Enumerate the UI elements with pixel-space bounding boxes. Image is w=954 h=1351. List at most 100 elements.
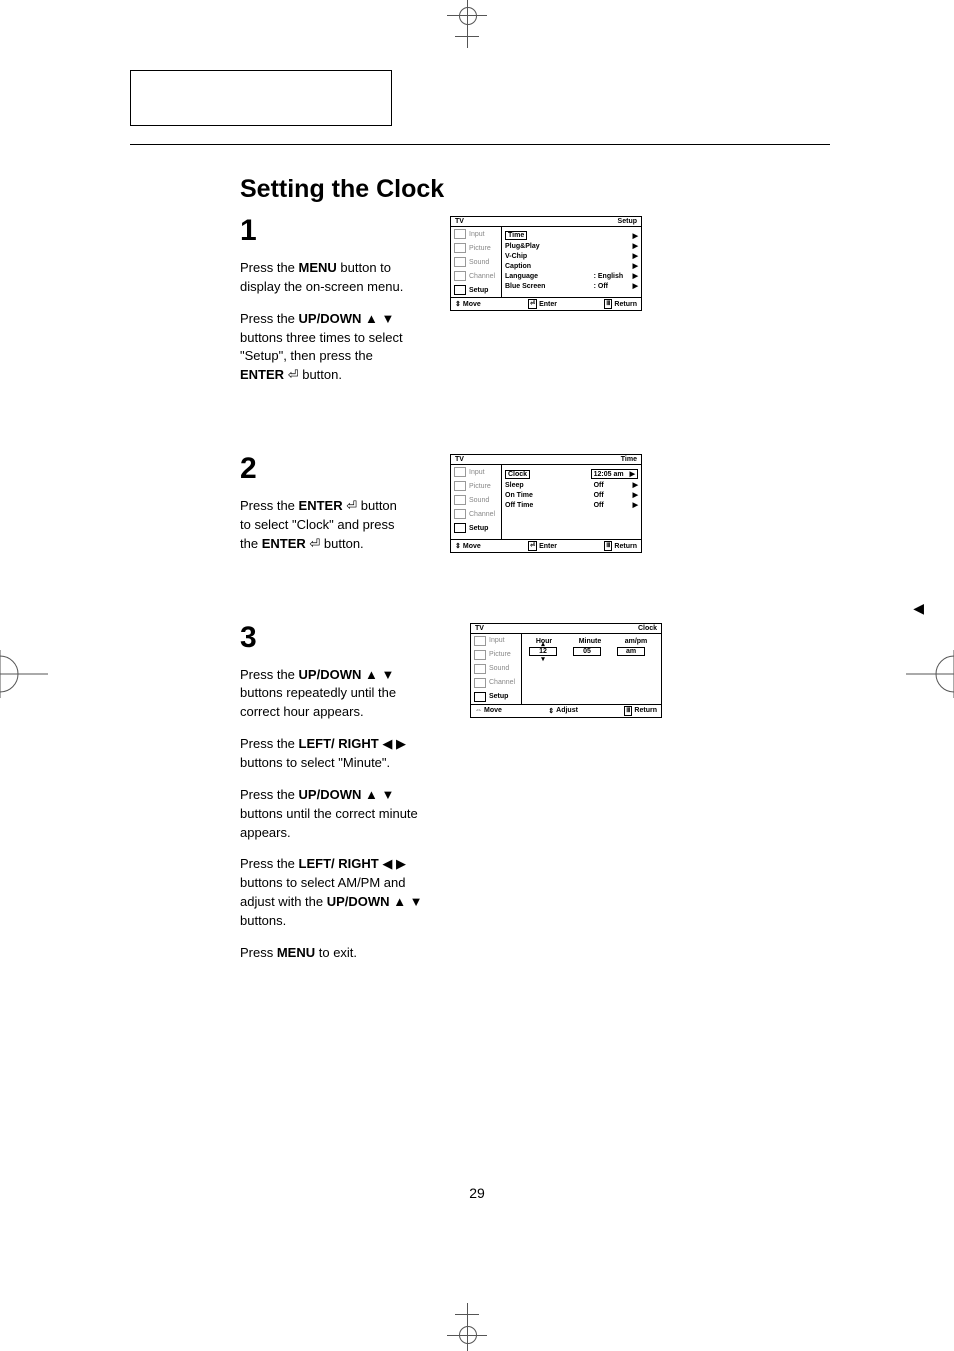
step-2: 2 Press the ENTER ⏎ button to select "Cl… xyxy=(240,454,830,567)
updown-icon: ⇕ xyxy=(455,300,461,308)
osd-sidebar: Input Picture Sound Channel Setup xyxy=(451,227,502,297)
osd-hint-move: ⇕Move xyxy=(455,299,481,309)
step-1-text-a: Press the MENU button to display the on-… xyxy=(240,259,410,297)
osd-hint-return: ⅢReturn xyxy=(604,541,637,551)
osd-row-caption: Caption▶ xyxy=(505,262,638,270)
osd-sidebar-setup: Setup xyxy=(471,690,521,704)
step-3-text-d: Press the LEFT/ RIGHT ◀ ▶ buttons to sel… xyxy=(240,855,430,930)
return-key-icon: Ⅲ xyxy=(604,299,612,309)
clock-value-hour: 12 xyxy=(529,647,557,656)
osd-sidebar-input: Input xyxy=(471,634,521,648)
clock-value-ampm: am xyxy=(617,647,645,656)
osd-setup-menu: TV Setup Input Picture Sound Channel Set… xyxy=(450,216,642,311)
osd-hint-return: ⅢReturn xyxy=(604,299,637,309)
crop-mark xyxy=(459,1326,477,1344)
step-number: 3 xyxy=(240,623,430,653)
osd-sidebar-input: Input xyxy=(451,465,501,479)
osd-sidebar-sound: Sound xyxy=(451,493,501,507)
enter-icon: ⏎ xyxy=(346,498,357,513)
osd-row-bluescreen: Blue Screen: Off▶ xyxy=(505,282,638,290)
osd-hint-enter: ⏎Enter xyxy=(528,299,557,309)
return-key-icon: Ⅲ xyxy=(604,541,612,551)
osd-sidebar-channel: Channel xyxy=(451,507,501,521)
osd-brand: TV xyxy=(455,218,464,225)
enter-icon: ⏎ xyxy=(309,536,320,551)
osd-row-plugplay: Plug&Play▶ xyxy=(505,242,638,250)
page-number: 29 xyxy=(0,1185,954,1201)
return-key-icon: Ⅲ xyxy=(624,706,632,716)
left-right-arrows-icon: ◀ ▶ xyxy=(382,736,406,751)
osd-hint-enter: ⏎Enter xyxy=(528,541,557,551)
osd-sidebar-setup: Setup xyxy=(451,521,501,535)
osd-sidebar-input: Input xyxy=(451,227,501,241)
step-1-text-b: Press the UP/DOWN ▲ ▼ buttons three time… xyxy=(240,310,410,385)
osd-sidebar-channel: Channel xyxy=(471,676,521,690)
osd-row-clock: Clock 12:05 am▶ xyxy=(505,469,638,479)
page-title: Setting the Clock xyxy=(240,175,830,204)
osd-sidebar-channel: Channel xyxy=(451,269,501,283)
osd-row-sleep: SleepOff▶ xyxy=(505,481,638,489)
osd-section-label: Clock xyxy=(638,625,657,632)
osd-hint-return: ⅢReturn xyxy=(624,706,657,716)
left-right-arrows-icon: ◀ ▶ xyxy=(382,856,406,871)
osd-sidebar-setup: Setup xyxy=(451,283,501,297)
osd-hint-move: ⇔Move xyxy=(475,706,502,716)
page-edge-triangle-icon: ◀ xyxy=(913,600,924,617)
osd-sidebar-sound: Sound xyxy=(451,255,501,269)
setup-icon xyxy=(454,285,466,295)
step-2-text: Press the ENTER ⏎ button to select "Cloc… xyxy=(240,497,410,554)
osd-sidebar: Input Picture Sound Channel Setup xyxy=(451,465,502,539)
osd-sidebar-sound: Sound xyxy=(471,662,521,676)
updown-icon: ⇕ xyxy=(548,707,554,715)
clock-col-minute: Minute xyxy=(575,638,605,645)
channel-icon xyxy=(454,271,466,281)
step-3-text-b: Press the LEFT/ RIGHT ◀ ▶ buttons to sel… xyxy=(240,735,430,773)
picture-icon xyxy=(454,243,466,253)
updown-icon: ⇕ xyxy=(455,542,461,550)
osd-row-vchip: V-Chip▶ xyxy=(505,252,638,260)
enter-key-icon: ⏎ xyxy=(528,299,537,309)
submenu-arrow-icon: ▶ xyxy=(633,232,638,240)
osd-hint-adjust: ⇕Adjust xyxy=(548,706,578,716)
osd-row-offtime: Off TimeOff▶ xyxy=(505,501,638,509)
step-number: 1 xyxy=(240,216,410,246)
step-3-text-e: Press MENU to exit. xyxy=(240,944,430,963)
step-number: 2 xyxy=(240,454,410,484)
crop-mark xyxy=(467,1303,468,1327)
clock-value-minute: 05 xyxy=(573,647,601,656)
step-3-text-c: Press the UP/DOWN ▲ ▼ buttons until the … xyxy=(240,786,430,843)
up-down-arrows-icon: ▲ ▼ xyxy=(365,787,394,802)
osd-sidebar-picture: Picture xyxy=(451,241,501,255)
leftright-icon: ⇔ xyxy=(475,707,482,714)
header-placeholder-box xyxy=(130,70,392,126)
osd-section-label: Setup xyxy=(618,218,637,225)
osd-brand: TV xyxy=(455,456,464,463)
osd-sidebar: Input Picture Sound Channel Setup xyxy=(471,634,522,704)
sound-icon xyxy=(454,257,466,267)
osd-sidebar-picture: Picture xyxy=(451,479,501,493)
osd-row-time: Time▶ xyxy=(505,231,638,240)
osd-clock-menu: TV Clock Input Picture Sound Channel Set… xyxy=(470,623,662,718)
step-3: 3 Press the UP/DOWN ▲ ▼ buttons repeated… xyxy=(240,623,830,976)
up-down-arrows-icon: ▲ ▼ xyxy=(365,667,394,682)
osd-time-menu: TV Time Input Picture Sound Channel Setu… xyxy=(450,454,642,553)
step-3-text-a: Press the UP/DOWN ▲ ▼ buttons repeatedly… xyxy=(240,666,430,723)
osd-row-ontime: On TimeOff▶ xyxy=(505,491,638,499)
crop-mark xyxy=(459,7,477,25)
osd-sidebar-picture: Picture xyxy=(471,648,521,662)
submenu-arrow-icon: ▶ xyxy=(630,470,635,478)
up-down-arrows-icon: ▲ ▼ xyxy=(393,894,422,909)
osd-section-label: Time xyxy=(621,456,637,463)
osd-brand: TV xyxy=(475,625,484,632)
crop-mark xyxy=(0,650,48,698)
crop-mark xyxy=(467,24,468,48)
osd-row-language: Language: English▶ xyxy=(505,272,638,280)
enter-icon: ⏎ xyxy=(288,367,299,382)
divider xyxy=(130,144,830,145)
up-down-arrows-icon: ▲ ▼ xyxy=(365,311,394,326)
osd-hint-move: ⇕Move xyxy=(455,541,481,551)
enter-key-icon: ⏎ xyxy=(528,541,537,551)
clock-col-ampm: am/pm xyxy=(621,638,651,645)
crop-mark xyxy=(906,650,954,698)
step-1: 1 Press the MENU button to display the o… xyxy=(240,216,830,398)
